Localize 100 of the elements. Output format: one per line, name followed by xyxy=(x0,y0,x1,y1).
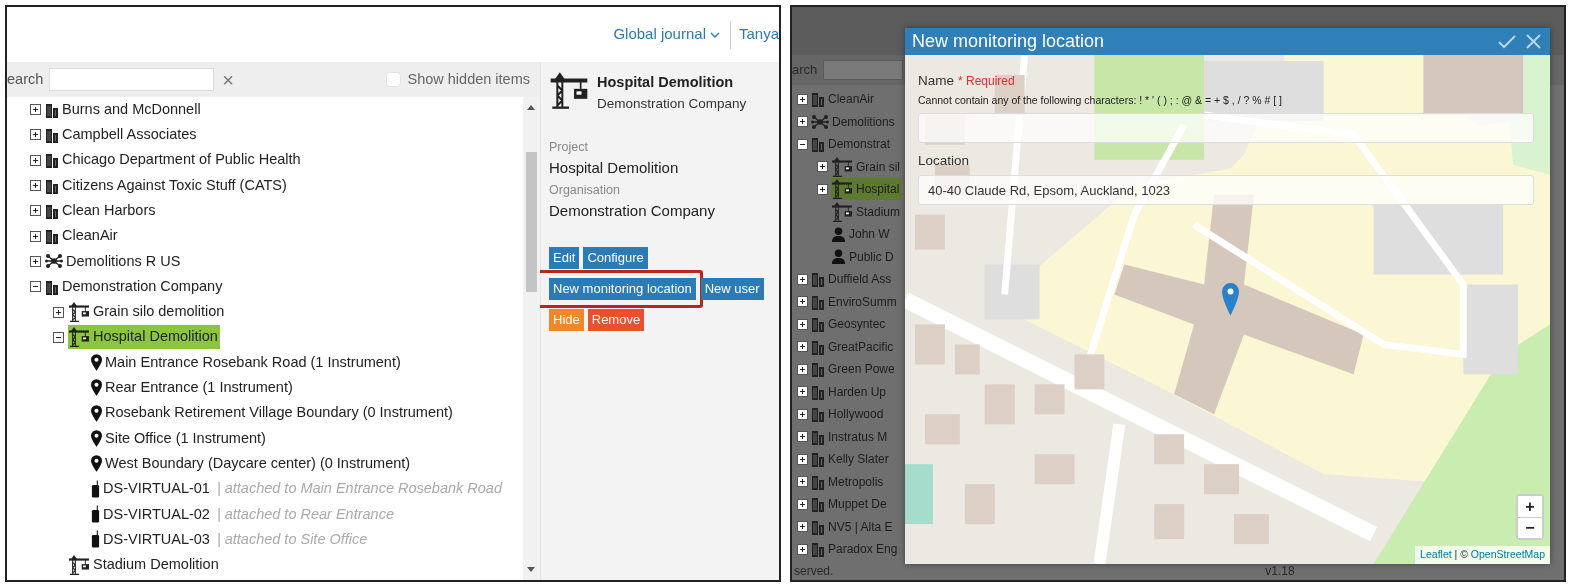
tree-item[interactable]: Demolitions R US xyxy=(45,249,183,274)
expand-icon[interactable] xyxy=(796,318,808,330)
tree-item[interactable]: Geosyntec xyxy=(811,314,888,335)
expand-icon[interactable] xyxy=(796,408,808,420)
tree-item[interactable]: Grain sil xyxy=(831,155,902,178)
building-icon xyxy=(45,126,59,143)
map-pin-icon xyxy=(91,430,102,447)
journal-menu[interactable]: Global journal xyxy=(613,23,720,46)
tree-item[interactable]: DS-VIRTUAL-01 xyxy=(91,477,212,501)
expand-icon[interactable] xyxy=(796,453,808,465)
tree-item[interactable]: Demonstrat xyxy=(811,134,893,155)
field-value: Hospital Demolition xyxy=(549,157,680,178)
tree-item[interactable]: John W xyxy=(831,224,892,245)
expand-icon[interactable] xyxy=(796,296,808,308)
tree-item[interactable]: Green Powe xyxy=(811,359,897,380)
expand-icon[interactable] xyxy=(796,363,808,375)
tree-item[interactable]: Stadium xyxy=(831,200,903,223)
expand-icon[interactable] xyxy=(796,521,808,533)
action-button[interactable]: New user xyxy=(700,277,764,300)
user-menu[interactable]: Tanya xyxy=(738,23,779,46)
map-marker-icon[interactable] xyxy=(1222,283,1239,316)
tree-item[interactable]: CleanAir xyxy=(45,224,120,248)
location-field[interactable]: 40-40 Claude Rd, Epsom, Auckland, 1023 xyxy=(918,175,1534,205)
action-button[interactable]: Edit xyxy=(549,246,580,269)
tree-item[interactable]: Instratus M xyxy=(811,426,890,447)
tree-item[interactable]: Muppet De xyxy=(811,494,889,515)
tree-item[interactable]: EnviroSumm xyxy=(811,291,899,312)
tree-item[interactable]: Rosebank Retirement Village Boundary (0 Instrument) xyxy=(91,401,455,426)
building-icon xyxy=(811,316,825,333)
clear-button[interactable]: × xyxy=(218,69,238,90)
expand-icon[interactable] xyxy=(796,93,808,105)
action-button[interactable]: Remove xyxy=(587,308,645,331)
expand-icon[interactable] xyxy=(816,161,828,173)
tree-item[interactable]: Site Office (1 Instrument) xyxy=(91,426,268,451)
expand-icon[interactable] xyxy=(796,341,808,353)
expand-icon[interactable] xyxy=(796,498,808,510)
collapse-icon[interactable] xyxy=(796,138,808,150)
tree-item[interactable]: West Boundary (Daycare center) (0 Instrument) xyxy=(91,451,413,476)
expand-icon[interactable] xyxy=(796,476,808,488)
zoom-out-button[interactable]: − xyxy=(1518,517,1542,538)
field-label: Organisation xyxy=(549,182,621,200)
collapse-icon[interactable] xyxy=(29,281,41,293)
tree-item[interactable]: Paradox Eng xyxy=(811,539,900,560)
version-label: v1.18 xyxy=(1265,563,1295,580)
attribution-link[interactable]: Leaflet xyxy=(1420,548,1452,561)
tree-item[interactable]: Main Entrance Rosebank Road (1 Instrument) xyxy=(91,350,403,375)
expand-icon[interactable] xyxy=(29,205,41,217)
tree-item[interactable]: Hospital Demolition xyxy=(68,325,220,350)
action-button[interactable]: Hide xyxy=(549,308,584,331)
expand-icon[interactable] xyxy=(29,129,41,141)
tree-item[interactable]: Hospital xyxy=(831,178,902,201)
tree-item[interactable]: Hollywood xyxy=(811,404,886,425)
expand-icon[interactable] xyxy=(29,230,41,242)
tree-item[interactable]: Rear Entrance (1 Instrument) xyxy=(91,376,295,400)
tree-item[interactable]: Citizens Against Toxic Stuff (CATS) xyxy=(45,173,289,198)
expand-icon[interactable] xyxy=(816,183,828,195)
field-value: Demonstration Company xyxy=(549,201,716,221)
expand-icon[interactable] xyxy=(796,386,808,398)
tree-item[interactable]: Duffield Ass xyxy=(811,269,894,290)
expand-icon[interactable] xyxy=(796,431,808,443)
tree-item[interactable]: Harden Up xyxy=(811,381,889,402)
crane-icon xyxy=(68,555,90,575)
search-field[interactable] xyxy=(823,60,904,80)
tree-item[interactable]: Chicago Department of Public Health xyxy=(45,148,303,173)
action-button[interactable]: Configure xyxy=(583,246,648,269)
map-pin-icon xyxy=(91,354,102,372)
search-label: arch xyxy=(792,61,818,80)
expand-icon[interactable] xyxy=(796,543,808,555)
name-field[interactable] xyxy=(918,112,1534,143)
tree-item[interactable]: Kelly Slater xyxy=(811,449,891,470)
expand-icon[interactable] xyxy=(29,104,41,116)
attachment-note: | attached to Rear Entrance xyxy=(216,504,394,524)
map-pin-icon xyxy=(91,379,102,397)
collapse-icon[interactable] xyxy=(52,331,64,343)
tree-item[interactable]: Clean Harbors xyxy=(45,198,158,223)
tree-item[interactable]: Public D xyxy=(831,246,896,267)
tree-item[interactable]: Metropolis xyxy=(811,471,886,492)
action-button[interactable]: New monitoring location xyxy=(549,277,696,300)
scrollbar[interactable] xyxy=(523,97,540,580)
tree-item[interactable]: NV5 | Alta E xyxy=(811,516,895,537)
tree-item[interactable]: DS-VIRTUAL-02 xyxy=(91,502,212,527)
tree-item[interactable]: Demonstration Company xyxy=(45,274,225,299)
field-label: Location xyxy=(918,151,971,170)
expand-icon[interactable] xyxy=(796,273,808,285)
expand-icon[interactable] xyxy=(29,154,41,166)
device-icon xyxy=(91,479,100,499)
expand-icon[interactable] xyxy=(796,116,808,128)
tree-item[interactable]: Grain silo demolition xyxy=(68,300,227,324)
tree-item[interactable]: Stadium Demolition xyxy=(68,553,221,577)
tree-item[interactable]: GreatPacific xyxy=(811,336,896,357)
tree-item[interactable]: CleanAir xyxy=(811,89,877,110)
show-hidden-checkbox[interactable] xyxy=(386,72,402,87)
expand-icon[interactable] xyxy=(29,255,41,267)
expand-icon[interactable] xyxy=(29,180,41,192)
attribution-link[interactable]: OpenStreetMap xyxy=(1470,548,1545,561)
expand-icon[interactable] xyxy=(52,306,64,318)
tree-item[interactable]: Demolitions xyxy=(811,111,897,132)
tree-item[interactable]: Burns and McDonnell xyxy=(45,97,203,122)
tree-item[interactable]: Campbell Associates xyxy=(45,123,199,147)
tree-item[interactable]: DS-VIRTUAL-03 xyxy=(91,527,212,552)
